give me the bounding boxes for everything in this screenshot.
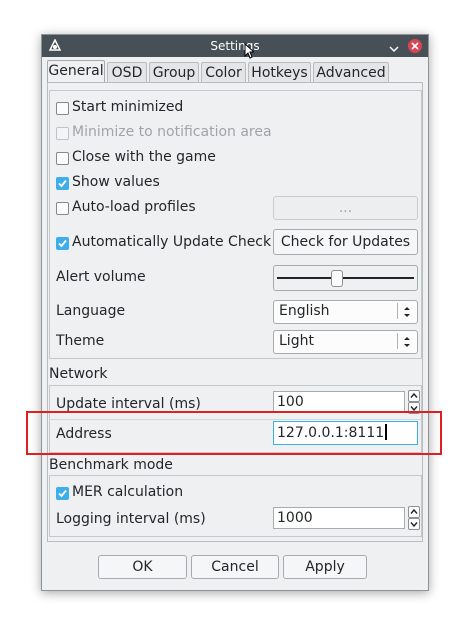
close-button[interactable] (408, 39, 422, 53)
tab-advanced[interactable]: Advanced (313, 62, 389, 82)
logging-interval-up[interactable] (408, 506, 420, 518)
theme-value: Light (279, 333, 314, 349)
benchmark-group-title: Benchmark mode (49, 457, 173, 473)
general-panel: Start minimized Minimize to notification… (47, 82, 423, 542)
close-with-game-box[interactable] (56, 152, 69, 165)
highlight-box (26, 411, 442, 455)
checkmark-icon (58, 489, 67, 498)
update-interval-up[interactable] (408, 390, 420, 402)
theme-combo[interactable]: Light (273, 330, 418, 354)
slider-track (277, 277, 414, 279)
tab-color[interactable]: Color (201, 62, 246, 82)
mer-calculation-box[interactable] (56, 487, 69, 500)
start-minimized-box[interactable] (56, 102, 69, 115)
close-icon (411, 42, 419, 50)
network-group-title: Network (49, 366, 108, 382)
mer-calculation-label: MER calculation (72, 484, 184, 500)
chevron-down-icon[interactable] (389, 41, 399, 57)
ok-button[interactable]: OK (98, 555, 187, 579)
language-combo[interactable]: English (273, 300, 418, 324)
slider-handle[interactable] (330, 270, 343, 287)
start-minimized-checkbox[interactable]: Start minimized (55, 99, 255, 117)
updown-arrows-icon (404, 337, 410, 347)
language-value: English (279, 303, 330, 319)
tab-osd[interactable]: OSD (107, 62, 147, 82)
logging-interval-down[interactable] (408, 518, 420, 530)
logging-interval-label: Logging interval (ms) (56, 511, 206, 527)
minimize-notification-checkbox[interactable]: Minimize to notification area (55, 124, 315, 142)
tab-group[interactable]: Group (149, 62, 199, 82)
tab-hotkeys[interactable]: Hotkeys (248, 62, 311, 82)
minimize-notification-box[interactable] (56, 127, 69, 140)
auto-update-checkbox[interactable]: Automatically Update Check (55, 234, 272, 252)
tab-general[interactable]: General (47, 60, 105, 83)
arrow-up-icon (410, 392, 418, 398)
update-interval-input[interactable]: 100 (273, 391, 405, 413)
alert-volume-label: Alert volume (56, 269, 146, 285)
combo-separator (397, 333, 398, 349)
close-with-game-label: Close with the game (72, 149, 216, 165)
updown-arrows-icon (404, 307, 410, 317)
show-values-label: Show values (72, 174, 160, 190)
show-values-checkbox[interactable]: Show values (55, 174, 255, 192)
cancel-button[interactable]: Cancel (191, 555, 279, 579)
language-label: Language (56, 303, 126, 319)
auto-update-label: Automatically Update Check (72, 234, 272, 250)
profiles-browse-button[interactable]: ... (273, 196, 418, 220)
window-title: Settings (210, 39, 260, 53)
show-values-box[interactable] (56, 177, 69, 190)
title-bar[interactable]: Settings (42, 35, 428, 59)
combo-separator (397, 303, 398, 319)
check-updates-button[interactable]: Check for Updates (273, 229, 418, 255)
auto-load-label: Auto-load profiles (72, 199, 196, 215)
alert-volume-slider[interactable] (273, 265, 418, 291)
arrow-up-icon (410, 508, 418, 514)
checkmark-icon (58, 179, 67, 188)
apply-button[interactable]: Apply (283, 555, 367, 579)
auto-update-box[interactable] (56, 237, 69, 250)
theme-label: Theme (56, 333, 105, 349)
mouse-cursor-icon (244, 42, 256, 63)
checkmark-icon (58, 239, 67, 248)
auto-load-checkbox[interactable]: Auto-load profiles (55, 199, 255, 217)
arrow-down-icon (410, 522, 418, 528)
logging-interval-input[interactable]: 1000 (273, 507, 405, 529)
mer-calculation-checkbox[interactable]: MER calculation (55, 484, 255, 502)
minimize-notification-label: Minimize to notification area (72, 124, 272, 140)
start-minimized-label: Start minimized (72, 99, 184, 115)
close-with-game-checkbox[interactable]: Close with the game (55, 149, 255, 167)
auto-load-box[interactable] (56, 202, 69, 215)
update-interval-label: Update interval (ms) (56, 396, 201, 412)
settings-window: Settings General OSD Group Color Hotkeys… (41, 34, 429, 591)
